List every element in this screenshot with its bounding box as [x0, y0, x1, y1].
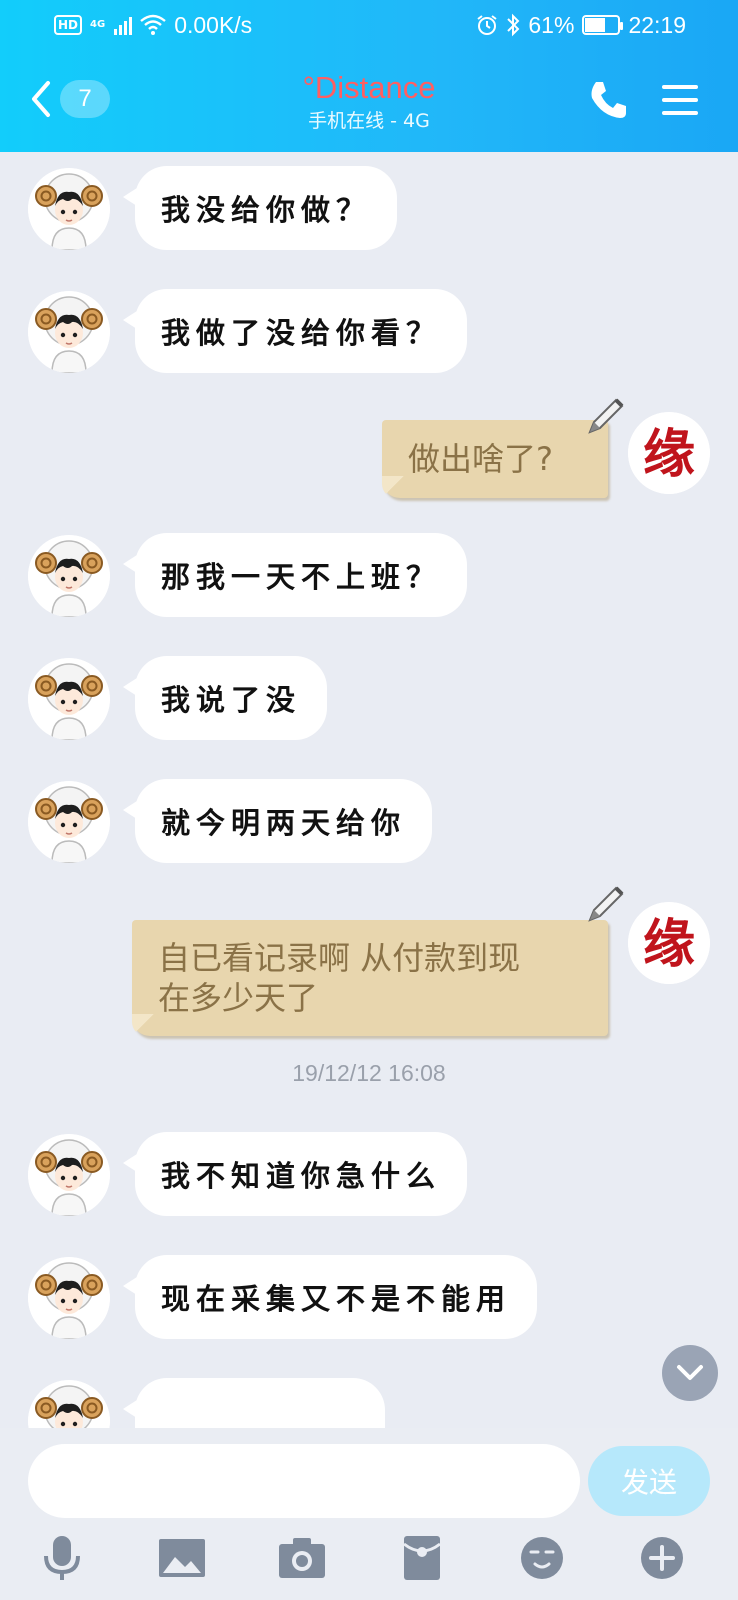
status-bar: HD 4G 0.00K/s 61% 22:19	[0, 0, 738, 50]
calligraphy-avatar-icon: 缘	[628, 902, 710, 984]
more-button[interactable]	[634, 1530, 690, 1586]
outgoing-message[interactable]: 做出啥了?	[382, 420, 608, 498]
contact-avatar[interactable]	[28, 1134, 110, 1216]
hd-badge: HD	[54, 15, 83, 35]
contact-avatar[interactable]	[28, 658, 110, 740]
battery-percent: 61%	[528, 11, 575, 38]
back-button[interactable]: 7	[28, 74, 118, 124]
emoji-button[interactable]	[514, 1530, 570, 1586]
alarm-icon	[477, 15, 497, 35]
contact-avatar[interactable]	[28, 781, 110, 863]
calligraphy-avatar-icon: 缘	[628, 412, 710, 494]
incoming-message[interactable]: 就今明两天给你	[122, 779, 433, 863]
self-avatar[interactable]: 缘	[628, 412, 710, 494]
self-avatar[interactable]: 缘	[628, 902, 710, 984]
clock: 22:19	[628, 11, 686, 38]
network-speed: 0.00K/s	[174, 11, 253, 38]
incoming-message[interactable]: 我做了没给你看？	[122, 289, 468, 373]
sheep-boy-avatar-icon	[28, 1380, 110, 1428]
chat-title: °Distance	[302, 70, 436, 105]
message-input[interactable]	[28, 1444, 580, 1518]
chat-title-block[interactable]: °Distance 手机在线 - 4G	[219, 70, 519, 134]
red-packet-icon	[403, 1536, 441, 1580]
composer: 发送	[0, 1428, 738, 1600]
pencil-icon	[588, 886, 624, 922]
sheep-boy-avatar-icon	[28, 1257, 110, 1339]
online-status: 手机在线 - 4G	[308, 110, 430, 132]
chevron-down-icon	[677, 1365, 703, 1380]
wifi-icon	[140, 14, 166, 35]
scroll-to-bottom-button[interactable]	[662, 1345, 718, 1401]
call-button[interactable]	[586, 78, 630, 122]
incoming-message[interactable]: 我说了没	[122, 656, 328, 740]
message-line: 在多少天了	[158, 979, 319, 1017]
voice-button[interactable]	[34, 1530, 90, 1586]
contact-avatar[interactable]	[28, 1257, 110, 1339]
camera-icon	[279, 1538, 325, 1578]
microphone-icon	[44, 1536, 80, 1580]
menu-icon	[662, 85, 698, 115]
battery-icon	[582, 15, 624, 35]
phone-icon	[591, 82, 626, 118]
network-type: 4G	[90, 19, 106, 30]
composer-toolbar	[0, 1530, 738, 1600]
contact-avatar[interactable]	[28, 168, 110, 250]
contact-avatar[interactable]	[28, 291, 110, 373]
incoming-message[interactable]: 我不知道你急什么	[122, 1132, 468, 1216]
message-line: 自已看记录啊 从付款到现	[158, 939, 521, 977]
sheep-boy-avatar-icon	[28, 1134, 110, 1216]
incoming-message[interactable]: 那我一天不上班？	[122, 533, 468, 617]
sheep-boy-avatar-icon	[28, 291, 110, 373]
sheep-boy-avatar-icon	[28, 535, 110, 617]
chat-header: HD 4G 0.00K/s 61% 22:19 7 °Distance 手机在线…	[0, 0, 738, 152]
incoming-message-partial[interactable]	[123, 1378, 385, 1428]
unread-count-badge: 7	[60, 80, 110, 118]
incoming-message[interactable]: 我没给你做？	[122, 166, 398, 250]
pencil-icon	[588, 398, 624, 434]
message-timestamp: 19/12/12 16:08	[292, 1060, 446, 1086]
contact-avatar[interactable]	[28, 1380, 110, 1428]
svg-text:缘: 缘	[643, 424, 695, 485]
red-packet-button[interactable]	[394, 1530, 450, 1586]
incoming-message[interactable]: 现在采集又不是不能用	[122, 1255, 538, 1339]
menu-button[interactable]	[660, 80, 700, 120]
photo-button[interactable]	[154, 1530, 210, 1586]
image-icon	[159, 1539, 205, 1577]
sheep-boy-avatar-icon	[28, 781, 110, 863]
sheep-boy-avatar-icon	[28, 168, 110, 250]
plus-icon	[641, 1537, 683, 1579]
emoji-icon	[521, 1537, 563, 1579]
chevron-left-icon	[32, 81, 50, 117]
camera-button[interactable]	[274, 1530, 330, 1586]
contact-avatar[interactable]	[28, 535, 110, 617]
sheep-boy-avatar-icon	[28, 658, 110, 740]
message-list[interactable]: 我没给你做？ 我做了没给你看？ 做出啥了? 缘 那我一天不上班？ 我说了没 就今…	[0, 152, 738, 1428]
signal-icon	[114, 15, 133, 35]
outgoing-message[interactable]: 自已看记录啊 从付款到现 在多少天了	[132, 920, 608, 1036]
send-button[interactable]: 发送	[588, 1446, 710, 1516]
svg-text:缘: 缘	[643, 914, 695, 975]
bluetooth-icon	[507, 13, 520, 37]
